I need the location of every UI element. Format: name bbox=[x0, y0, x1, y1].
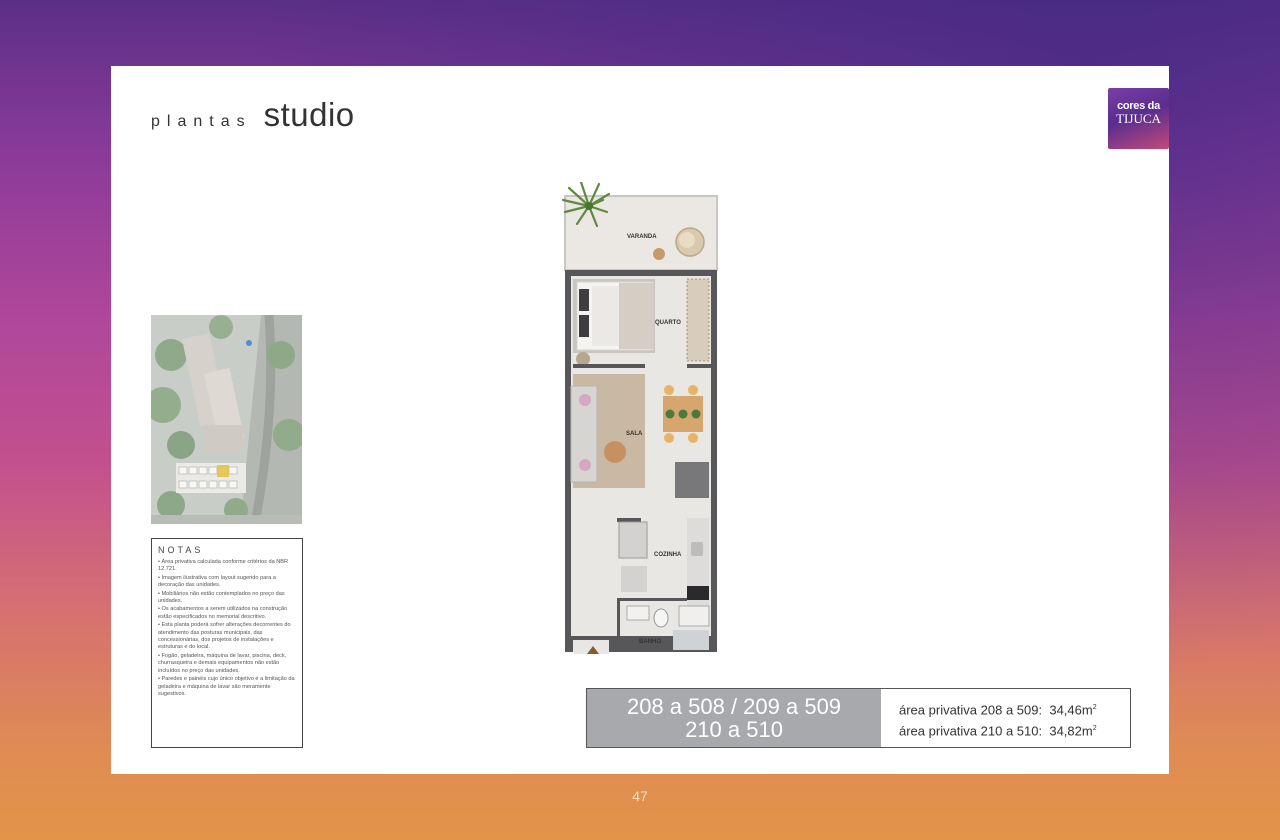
note-item: • Fogão, geladeira, máquina de lavar, pi… bbox=[158, 652, 287, 674]
notes-heading: NOTAS bbox=[158, 545, 204, 555]
area-value-1: 34,46m bbox=[1049, 702, 1093, 718]
private-area-info: área privativa 208 a 509: 34,46m2 área p… bbox=[881, 689, 1130, 747]
note-item: • Mobiliários não estão contemplados no … bbox=[158, 590, 285, 605]
note-item: • Área privativa calculada conforme crit… bbox=[158, 559, 289, 573]
area-row-1: área privativa 208 a 509: 34,46m2 bbox=[899, 698, 1130, 719]
area-unit-sup-2: 2 bbox=[1092, 725, 1097, 733]
area-value-2: 34,82m bbox=[1049, 723, 1093, 739]
bed-icon bbox=[573, 279, 655, 353]
units-info-box: 208 a 508 / 209 a 509 210 a 510 área pri… bbox=[586, 688, 1131, 748]
note-item: • Esta planta poderá sofrer alterações d… bbox=[158, 622, 291, 651]
note-item: • Os acabamentos a serem utilizados na c… bbox=[158, 606, 288, 620]
note-item: • Paredes e painéis cujo único objetivo … bbox=[158, 676, 295, 697]
room-label-quarto: QUARTO bbox=[655, 320, 681, 326]
studio-floor-plan: VARANDA QUARTO SALA COZINHA BANHO bbox=[559, 180, 729, 656]
room-label-cozinha: COZINHA bbox=[654, 552, 682, 558]
room-label-sala: SALA bbox=[626, 431, 643, 437]
armchair-icon bbox=[675, 227, 705, 257]
area-label-1: área privativa 208 a 509: bbox=[899, 702, 1043, 718]
logo-line2: TIJUCA bbox=[1116, 111, 1161, 126]
sofa-icon bbox=[570, 385, 598, 483]
title-prefix: plantas bbox=[151, 113, 252, 130]
note-item: • Imagem ilustrativa com layout sugerido… bbox=[158, 574, 276, 589]
room-label-banho: BANHO bbox=[639, 639, 661, 645]
brand-logo: cores da TIJUCA bbox=[1108, 88, 1169, 149]
room-label-varanda: VARANDA bbox=[627, 234, 657, 240]
area-label-2: área privativa 210 a 510: bbox=[899, 723, 1043, 739]
notes-box: NOTAS • Área privativa calculada conform… bbox=[151, 538, 303, 748]
unit-numbers: 208 a 508 / 209 a 509 210 a 510 bbox=[587, 689, 881, 747]
area-unit-sup-1: 2 bbox=[1092, 704, 1097, 711]
unit-numbers-line1: 208 a 508 / 209 a 509 bbox=[626, 694, 842, 719]
site-location-map bbox=[151, 315, 302, 524]
title-main: studio bbox=[263, 96, 355, 133]
brochure-page: plantas studio cores da TIJUCA NOTAS • Á… bbox=[111, 66, 1169, 774]
area-row-2: área privativa 210 a 510: 34,82m2 bbox=[899, 719, 1130, 740]
page-title: plantas studio bbox=[151, 96, 355, 134]
unit-numbers-line2: 210 a 510 bbox=[685, 717, 783, 742]
page-number: 47 bbox=[632, 788, 648, 804]
